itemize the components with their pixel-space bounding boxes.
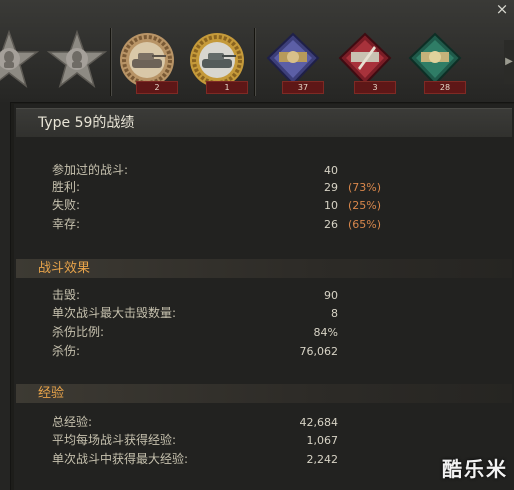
star-medal[interactable] xyxy=(0,28,40,96)
stat-percent: (25%) xyxy=(348,199,382,212)
scroll-right-arrow-icon[interactable]: ▶ xyxy=(504,40,514,84)
stat-label: 失败: xyxy=(52,198,81,212)
stat-label: 单次战斗最大击毁数量: xyxy=(52,306,177,320)
section-header-experience: 经验 xyxy=(16,384,512,403)
medal-separator xyxy=(110,28,111,96)
stat-value: 90 xyxy=(324,289,338,302)
stat-row-victories: 胜利: 29 (73%) xyxy=(14,180,514,195)
ribbon-badge-blue[interactable]: 37 xyxy=(262,28,324,96)
stat-row-max-destroyed: 单次战斗最大击毁数量: 8 xyxy=(14,306,514,321)
stat-percent: (73%) xyxy=(348,181,382,194)
stat-value: 42,684 xyxy=(299,416,339,429)
stat-percent: (65%) xyxy=(348,218,382,231)
stat-value: 1,067 xyxy=(306,434,339,447)
stat-row-defeats: 失败: 10 (25%) xyxy=(14,198,514,213)
medal-separator xyxy=(254,28,255,96)
stat-label: 平均每场战斗获得经验: xyxy=(52,433,177,447)
stat-value: 84% xyxy=(313,326,338,339)
star-medal-icon xyxy=(46,29,108,88)
stat-label: 总经验: xyxy=(52,415,93,429)
stat-value: 2,242 xyxy=(306,453,339,466)
stat-row-survived: 幸存: 26 (65%) xyxy=(14,217,514,232)
section-title: 经验 xyxy=(38,386,65,401)
stat-label: 击毁: xyxy=(52,288,81,302)
stat-row-total-xp: 总经验: 42,684 xyxy=(14,415,514,430)
ribbon-badge-green[interactable]: 28 xyxy=(404,28,466,96)
medal-strip: × 2 1 37 3 28 ▶ xyxy=(0,0,514,103)
tank-wreath-medal[interactable]: 2 xyxy=(116,28,178,96)
stat-row-max-xp: 单次战斗中获得最大经验: 2,242 xyxy=(14,452,514,467)
stat-value: 8 xyxy=(331,307,338,320)
stat-label: 杀伤: xyxy=(52,344,81,358)
panel-header: Type 59的战绩 xyxy=(16,108,512,137)
stat-value: 29 xyxy=(324,181,338,194)
star-medal[interactable] xyxy=(46,28,108,96)
tank-wreath-medal-gold[interactable]: 1 xyxy=(186,28,248,96)
medal-count-badge: 37 xyxy=(282,81,324,94)
stat-row-destroyed: 击毁: 90 xyxy=(14,288,514,303)
stat-label: 幸存: xyxy=(52,217,81,231)
section-header-battle-effect: 战斗效果 xyxy=(16,259,512,278)
stat-row-damage: 杀伤: 76,062 xyxy=(14,344,514,359)
stat-row-avg-xp: 平均每场战斗获得经验: 1,067 xyxy=(14,433,514,448)
stat-value: 40 xyxy=(324,164,338,177)
watermark: 酷乐米 xyxy=(442,457,508,481)
medal-count-badge: 3 xyxy=(354,81,396,94)
medal-count-badge: 1 xyxy=(206,81,248,94)
left-scroll-strip xyxy=(0,102,11,490)
section-title: 战斗效果 xyxy=(38,261,91,276)
medal-count-badge: 28 xyxy=(424,81,466,94)
stat-value: 10 xyxy=(324,199,338,212)
stat-label: 参加过的战斗: xyxy=(52,163,129,177)
stat-label: 单次战斗中获得最大经验: xyxy=(52,452,189,466)
stat-row-battles: 参加过的战斗: 40 xyxy=(14,163,514,178)
ribbon-badge-red[interactable]: 3 xyxy=(334,28,396,96)
stats-panel: Type 59的战绩 参加过的战斗: 40 胜利: 29 (73%) 失败: 1… xyxy=(14,104,514,490)
stat-value: 76,062 xyxy=(299,345,339,358)
star-medal-icon xyxy=(0,29,40,88)
stat-label: 胜利: xyxy=(52,180,81,194)
medal-count-badge: 2 xyxy=(136,81,178,94)
close-icon[interactable]: × xyxy=(494,1,510,17)
page-title: Type 59的战绩 xyxy=(38,115,135,131)
stat-label: 杀伤比例: xyxy=(52,325,105,339)
stat-value: 26 xyxy=(324,218,338,231)
stat-row-kill-ratio: 杀伤比例: 84% xyxy=(14,325,514,340)
